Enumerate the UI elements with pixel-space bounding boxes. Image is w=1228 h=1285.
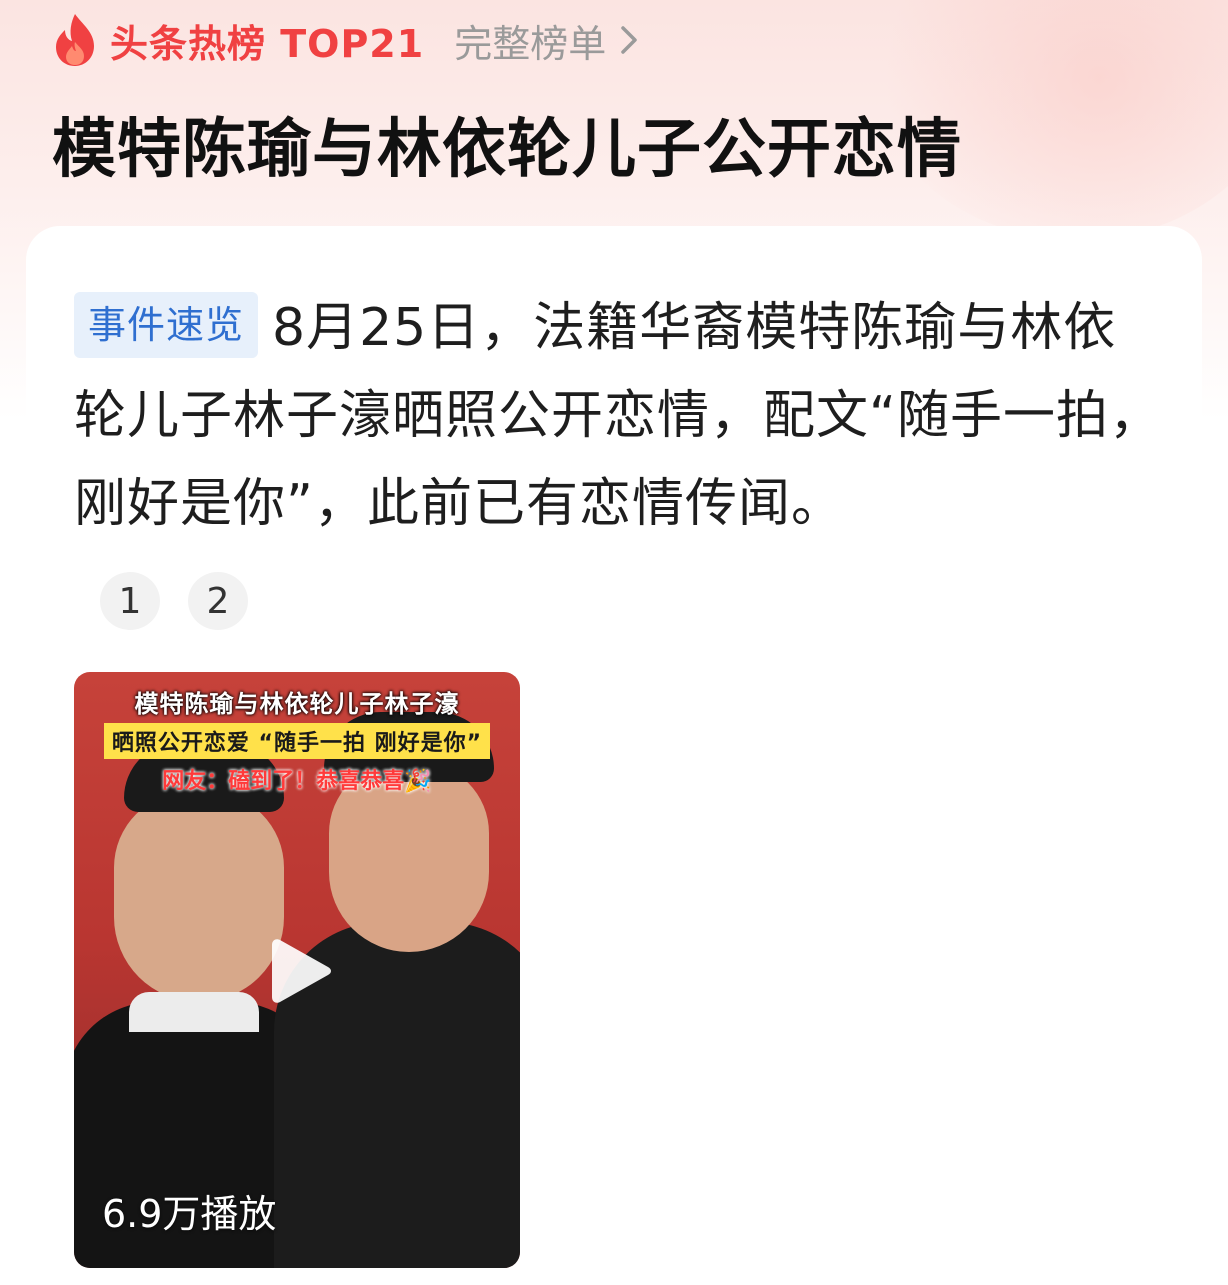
flame-icon bbox=[56, 14, 94, 66]
hot-list-header: 头条热榜 TOP21 完整榜单 bbox=[52, 8, 642, 72]
pager-item-1[interactable]: 1 bbox=[100, 572, 160, 630]
video-caption: 模特陈瑜与林依轮儿子林子濠 晒照公开恋爱 “随手一拍 刚好是你” 网友：磕到了！… bbox=[74, 672, 520, 795]
full-list-label: 完整榜单 bbox=[454, 21, 607, 66]
thumbnail-person-left bbox=[114, 792, 284, 1002]
video-caption-line2: 晒照公开恋爱 “随手一拍 刚好是你” bbox=[103, 723, 491, 759]
video-play-count: 6.9万播放 bbox=[102, 1192, 277, 1236]
page-title: 模特陈瑜与林依轮儿子公开恋情 bbox=[52, 113, 962, 187]
summary-pager: 1 2 bbox=[100, 572, 276, 630]
play-icon[interactable] bbox=[270, 934, 334, 1008]
event-card: 事件速览 8月25日，法籍华裔模特陈瑜与林依轮儿子林子濠晒照公开恋情，配文“随手一… bbox=[26, 226, 1202, 1285]
full-list-link[interactable]: 完整榜单 bbox=[454, 13, 642, 68]
event-summary-tag: 事件速览 bbox=[74, 292, 259, 358]
video-caption-line3: 网友：磕到了！恭喜恭喜🎉 bbox=[162, 769, 432, 794]
video-thumbnail[interactable]: 模特陈瑜与林依轮儿子林子濠 晒照公开恋爱 “随手一拍 刚好是你” 网友：磕到了！… bbox=[74, 672, 520, 1268]
thumbnail-collar-left bbox=[129, 992, 259, 1032]
hot-topic-page: 头条热榜 TOP21 完整榜单 模特陈瑜与林依轮儿子公开恋情 事件速览 8月25日… bbox=[0, 0, 1228, 1285]
chevron-right-icon bbox=[621, 26, 637, 54]
pager-item-2[interactable]: 2 bbox=[188, 572, 248, 630]
video-caption-line1: 模特陈瑜与林依轮儿子林子濠 bbox=[134, 690, 460, 718]
hot-list-rank-label: 头条热榜 TOP21 bbox=[110, 21, 425, 66]
event-summary: 事件速览 8月25日，法籍华裔模特陈瑜与林依轮儿子林子濠晒照公开恋情，配文“随手一… bbox=[74, 284, 1164, 548]
